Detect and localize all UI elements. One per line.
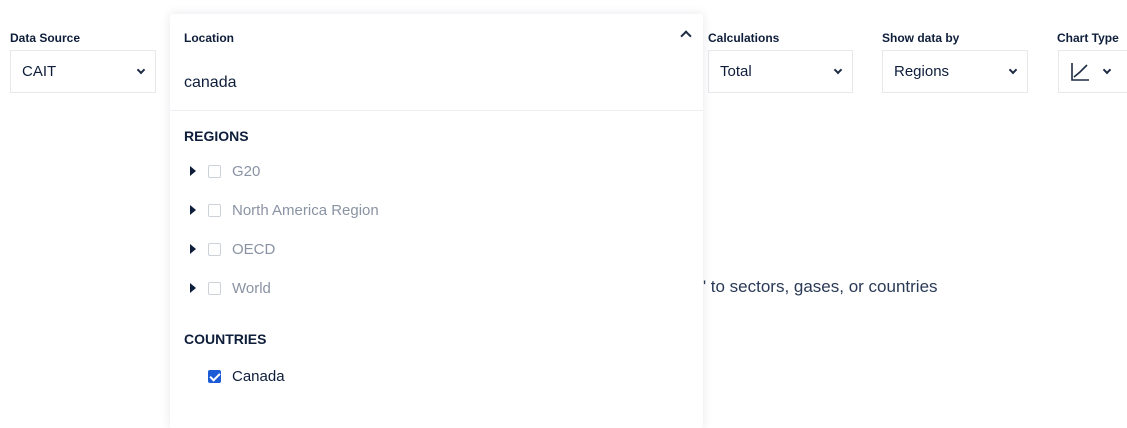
calculations-label: Calculations — [708, 31, 780, 45]
empty-state-message: " to sectors, gases, or countries — [700, 277, 938, 296]
checkbox[interactable] — [208, 164, 221, 178]
location-label: Location — [184, 31, 234, 45]
calculations-value: Total — [720, 63, 752, 80]
chevron-up-icon[interactable] — [680, 30, 692, 42]
checkbox[interactable] — [208, 203, 221, 217]
divider — [170, 110, 703, 111]
regions-heading: REGIONS — [184, 128, 249, 144]
country-option-canada[interactable]: Canada — [208, 366, 285, 386]
chevron-down-icon — [833, 65, 843, 75]
chart-type-label: Chart Type — [1057, 31, 1119, 45]
line-chart-icon — [1071, 62, 1089, 81]
data-source-value: CAIT — [22, 63, 57, 80]
countries-heading: COUNTRIES — [184, 331, 267, 347]
page: Data Source CAIT Calculations Total Show… — [0, 0, 1127, 428]
calculations-select[interactable]: Total — [708, 50, 853, 93]
checkbox-checked[interactable] — [208, 369, 221, 383]
region-option-label: World — [232, 279, 271, 297]
region-option-label: North America Region — [232, 201, 379, 219]
chevron-down-icon — [136, 65, 146, 75]
region-option-label: OECD — [232, 240, 276, 258]
show-data-by-value: Regions — [894, 63, 950, 80]
chevron-down-icon — [1008, 65, 1018, 75]
region-option-world[interactable]: World — [190, 278, 271, 298]
show-data-by-select[interactable]: Regions — [882, 50, 1028, 93]
show-data-by-label: Show data by — [882, 31, 960, 45]
region-option-north-america[interactable]: North America Region — [190, 200, 379, 220]
chevron-down-icon — [1102, 65, 1112, 75]
caret-right-icon[interactable] — [190, 283, 196, 293]
data-source-label: Data Source — [10, 31, 81, 45]
caret-right-icon[interactable] — [190, 244, 196, 254]
data-source-select[interactable]: CAIT — [10, 50, 156, 93]
location-dropdown: Location REGIONS G20 North America Regio… — [170, 14, 703, 428]
region-option-g20[interactable]: G20 — [190, 161, 260, 181]
chart-type-select[interactable] — [1058, 50, 1127, 93]
caret-right-icon[interactable] — [190, 166, 196, 176]
checkbox[interactable] — [208, 242, 221, 256]
caret-right-icon[interactable] — [190, 205, 196, 215]
region-option-oecd[interactable]: OECD — [190, 239, 275, 259]
country-option-label: Canada — [232, 367, 285, 385]
checkbox[interactable] — [208, 281, 221, 295]
location-search-input[interactable] — [184, 74, 684, 92]
region-option-label: G20 — [232, 162, 261, 180]
